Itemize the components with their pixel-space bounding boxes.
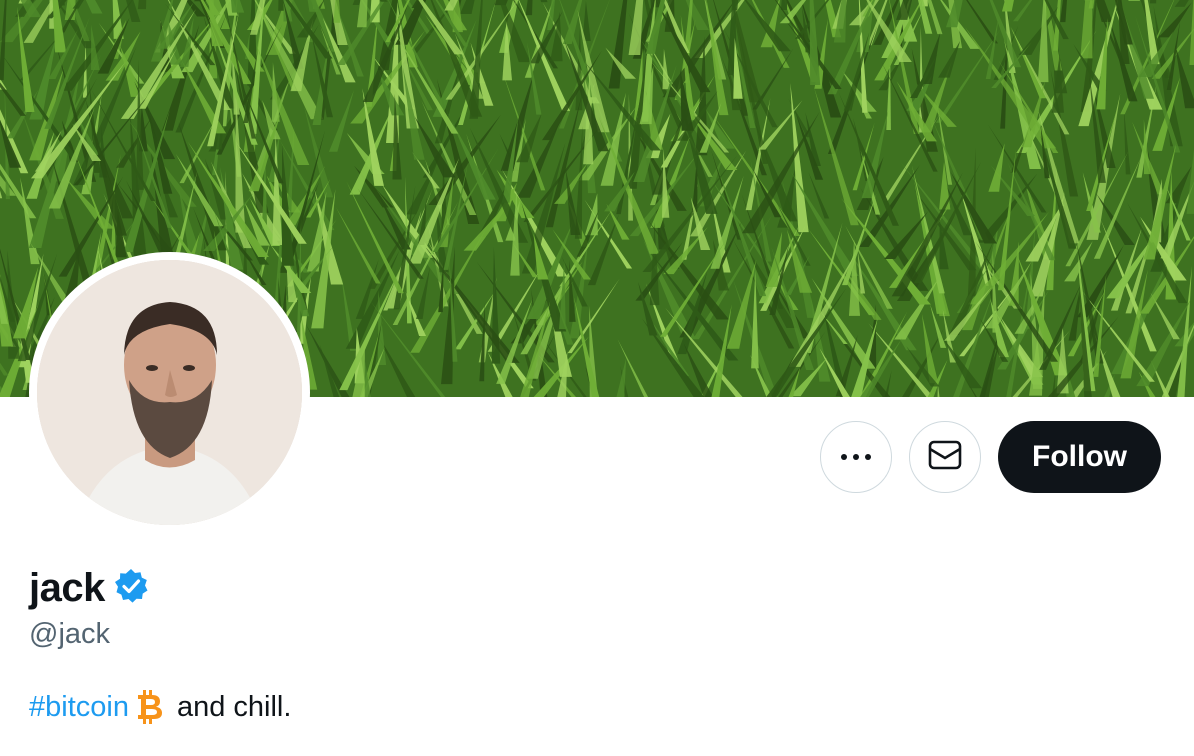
- display-name: jack: [29, 566, 105, 610]
- verified-badge-icon[interactable]: [113, 568, 149, 609]
- avatar[interactable]: [29, 252, 310, 533]
- ellipsis-icon: [840, 448, 872, 466]
- envelope-icon: [928, 440, 962, 475]
- bio-text: and chill.: [176, 690, 292, 723]
- message-button[interactable]: [909, 421, 982, 493]
- profile-actions: Follow: [820, 421, 1161, 493]
- profile-bio: #bitcoin and chill.: [29, 690, 291, 724]
- hashtag-link[interactable]: #bitcoin: [29, 691, 129, 724]
- user-handle: @jack: [29, 618, 111, 650]
- more-options-button[interactable]: [820, 421, 893, 493]
- bitcoin-icon: [135, 690, 163, 724]
- display-name-row: jack: [29, 566, 149, 611]
- profile-photo-image: [37, 260, 302, 525]
- follow-button[interactable]: Follow: [998, 421, 1161, 493]
